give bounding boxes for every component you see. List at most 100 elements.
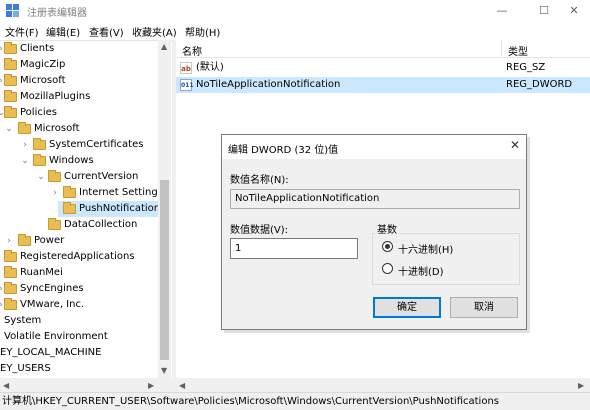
column-divider[interactable] — [501, 40, 502, 58]
tree-item-windows[interactable]: ⌄ Windows — [0, 153, 158, 169]
tree-item-policies-microsoft[interactable]: ⌄ Microsoft — [0, 121, 158, 137]
tree-item-label: Internet Settings — [79, 187, 163, 198]
tree-item-clients[interactable]: › Clients — [0, 41, 158, 57]
folder-icon — [4, 282, 17, 294]
list-header: 名称 类型 — [176, 40, 590, 58]
tree-item-policies[interactable]: ⌄ Policies — [0, 105, 158, 121]
folder-icon — [4, 58, 17, 70]
collapse-arrow-icon[interactable]: ⌄ — [36, 169, 46, 185]
binary-value-icon: 011 — [180, 79, 194, 91]
window-title: 注册表编辑器 — [27, 8, 87, 19]
list-row-notileapplicationnotification[interactable]: 011 NoTileApplicationNotification REG_DW… — [176, 77, 590, 93]
value-data-input[interactable]: 1 — [230, 238, 358, 259]
tree-item-registeredapplications[interactable]: RegisteredApplications — [0, 249, 158, 265]
scroll-right-icon[interactable]: ▶ — [578, 381, 584, 390]
scroll-right-icon[interactable]: ▶ — [148, 381, 154, 390]
folder-open-icon — [4, 106, 17, 118]
string-value-icon: ab — [180, 62, 192, 74]
tree-item-label: SyncEngines — [20, 283, 84, 294]
tree-item-system[interactable]: System — [0, 313, 158, 329]
tree-item-internet-settings[interactable]: › Internet Settings — [0, 185, 163, 201]
key-tree[interactable]: › Clients MagicZip › Microsoft MozillaPl… — [0, 40, 172, 392]
menu-edit[interactable]: 编辑(E) — [46, 24, 80, 39]
tree-item-systemcertificates[interactable]: › SystemCertificates — [0, 137, 158, 153]
tree-item-label: System — [4, 315, 42, 326]
tree-item-mozillaplugins[interactable]: MozillaPlugins — [0, 89, 158, 105]
tree-item-label: EY_USERS — [0, 363, 51, 374]
tree-item-label: MozillaPlugins — [20, 91, 91, 102]
tree-item-label: EY_LOCAL_MACHINE — [0, 347, 102, 358]
collapse-arrow-icon[interactable]: ⌄ — [4, 121, 14, 137]
tree-item-label: RegisteredApplications — [20, 251, 135, 262]
scrollbar-thumb[interactable] — [160, 180, 169, 360]
ok-button[interactable]: 确定 — [373, 297, 441, 318]
expand-arrow-icon[interactable]: › — [20, 137, 30, 153]
tree-item-hkey-users[interactable]: EY_USERS — [0, 361, 158, 377]
tree-item-label: RuanMei — [20, 267, 63, 278]
tree-item-microsoft[interactable]: › Microsoft — [0, 73, 158, 89]
folder-icon — [18, 234, 31, 246]
tree-item-label: Volatile Environment — [4, 331, 108, 342]
status-bar: 计算机\HKEY_CURRENT_USER\Software\Policies\… — [0, 392, 590, 410]
tree-item-label: PushNotifications — [79, 203, 166, 214]
tree-item-ruanmei[interactable]: RuanMei — [0, 265, 158, 281]
scroll-down-icon[interactable]: ▼ — [161, 366, 167, 375]
tree-item-volatile-environment[interactable]: Volatile Environment — [0, 329, 158, 345]
decimal-radio-label[interactable]: 十进制(D) — [398, 263, 444, 278]
list-horizontal-scrollbar[interactable]: ◀ ▶ — [176, 378, 590, 392]
scroll-left-icon[interactable]: ◀ — [3, 381, 9, 390]
tree-item-hkey-local-machine[interactable]: EY_LOCAL_MACHINE — [0, 345, 158, 361]
expand-arrow-icon[interactable]: › — [50, 185, 60, 201]
value-type: REG_DWORD — [506, 79, 573, 90]
minimize-button[interactable]: — — [484, 0, 520, 22]
tree-item-label: Windows — [49, 155, 94, 166]
tree-item-label: Microsoft — [20, 75, 66, 86]
value-name-field[interactable]: NoTileApplicationNotification — [230, 189, 520, 209]
dialog-title: 编辑 DWORD (32 位)值 — [228, 145, 339, 156]
collapse-arrow-icon[interactable]: ⌄ — [20, 153, 30, 169]
tree-vertical-scrollbar[interactable]: ▲ ▼ — [158, 40, 171, 378]
folder-open-icon — [33, 154, 46, 166]
value-name: (默认) — [196, 62, 224, 73]
value-data-label: 数值数据(V): — [230, 225, 289, 236]
base-label: 基数 — [375, 221, 399, 236]
menu-favorites[interactable]: 收藏夹(A) — [132, 24, 177, 39]
menu-file[interactable]: 文件(F) — [5, 24, 39, 39]
value-type: REG_SZ — [506, 62, 546, 73]
dialog-title-bar: 编辑 DWORD (32 位)值 ✕ — [222, 135, 526, 159]
cancel-button[interactable]: 取消 — [450, 297, 518, 318]
value-name: NoTileApplicationNotification — [196, 79, 341, 90]
hex-radio[interactable] — [382, 241, 393, 252]
column-header-name[interactable]: 名称 — [182, 43, 202, 58]
scroll-up-icon[interactable]: ▲ — [161, 42, 167, 51]
scroll-left-icon[interactable]: ◀ — [179, 381, 185, 390]
folder-icon — [63, 186, 76, 198]
tree-item-currentversion[interactable]: ⌄ CurrentVersion — [0, 169, 158, 185]
tree-item-label: CurrentVersion — [64, 171, 139, 182]
dialog-close-icon[interactable]: ✕ — [510, 138, 520, 152]
tree-item-datacollection[interactable]: DataCollection — [0, 217, 158, 233]
list-row-default[interactable]: ab (默认) REG_SZ — [176, 60, 590, 76]
tree-item-vmware[interactable]: › VMware, Inc. — [0, 297, 158, 313]
folder-icon — [4, 42, 17, 54]
decimal-radio[interactable] — [382, 263, 393, 274]
close-button[interactable]: ✕ — [556, 0, 590, 22]
menu-help[interactable]: 帮助(H) — [185, 24, 220, 39]
tree-horizontal-scrollbar[interactable]: ◀ ▶ — [0, 378, 172, 392]
folder-icon — [4, 266, 17, 278]
tree-item-power[interactable]: › Power — [0, 233, 158, 249]
expand-arrow-icon[interactable]: › — [4, 233, 14, 249]
tree-item-magiczip[interactable]: MagicZip — [0, 57, 158, 73]
menu-bar: 文件(F) 编辑(E) 查看(V) 收藏夹(A) 帮助(H) — [0, 22, 590, 40]
tree-item-label: Clients — [20, 43, 55, 54]
hex-radio-label[interactable]: 十六进制(H) — [398, 241, 453, 256]
column-header-type[interactable]: 类型 — [508, 43, 528, 58]
folder-open-icon — [48, 170, 61, 182]
tree-item-syncengines[interactable]: › SyncEngines — [0, 281, 158, 297]
tree-item-label: DataCollection — [64, 219, 138, 230]
menu-view[interactable]: 查看(V) — [89, 24, 124, 39]
tree-item-label: VMware, Inc. — [20, 299, 85, 310]
regedit-app-icon — [6, 4, 19, 17]
tree-item-pushnotifications[interactable]: PushNotifications — [58, 201, 165, 217]
folder-icon — [4, 250, 17, 262]
